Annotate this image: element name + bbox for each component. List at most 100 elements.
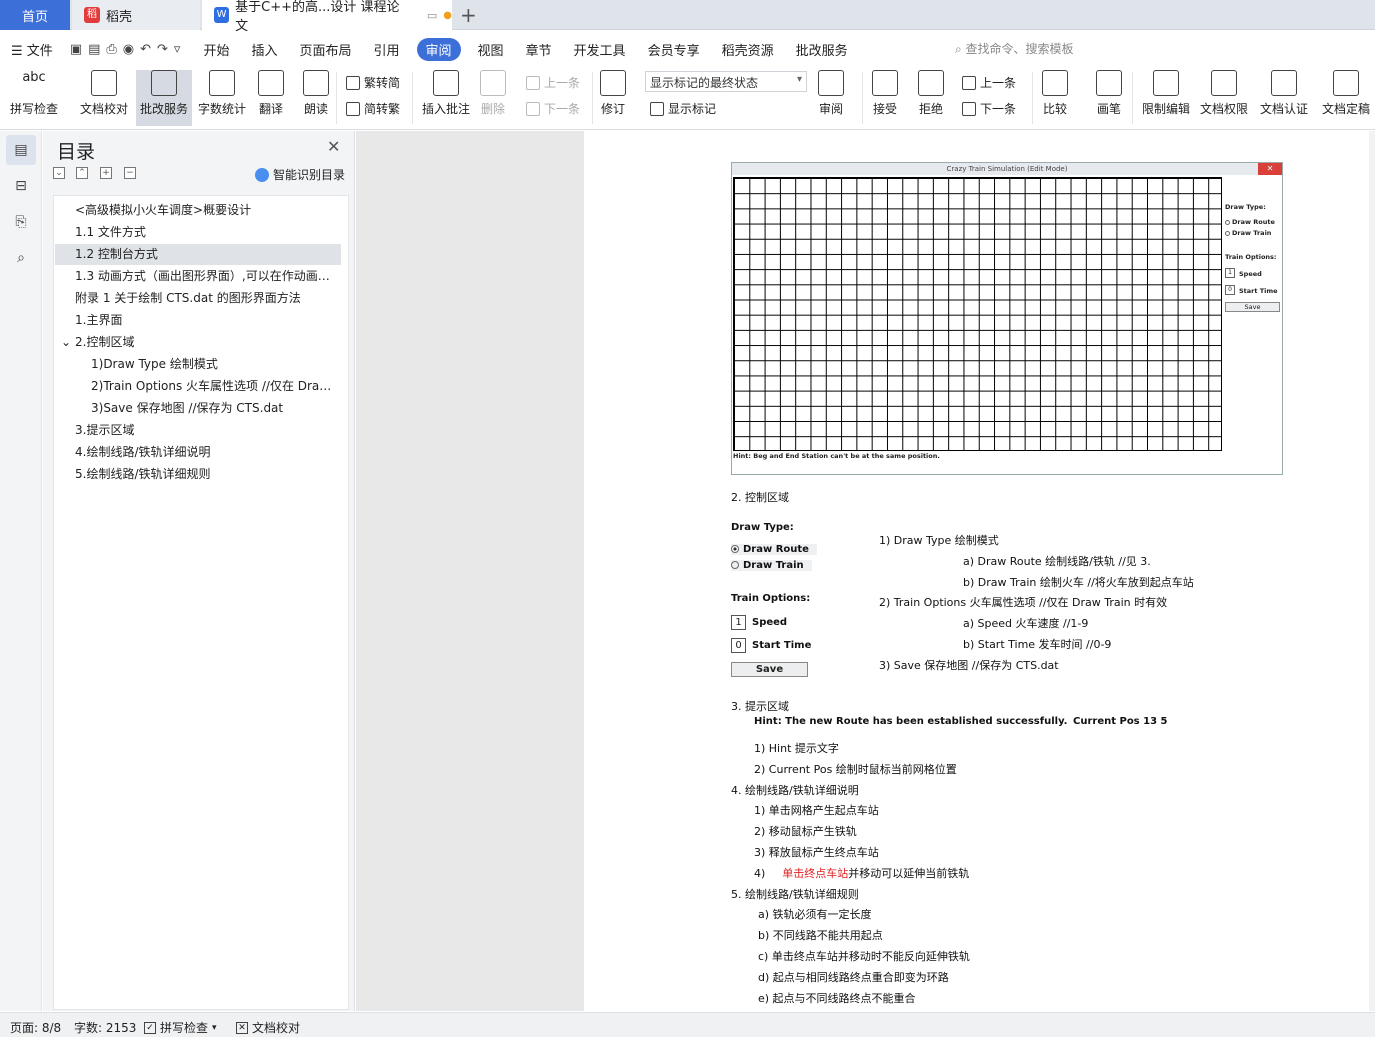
file-menu[interactable]: ☰ 文件 [0, 40, 64, 59]
toc-item[interactable]: <高级模拟小火车调度>概要设计 [55, 200, 341, 221]
list-item: 2) 移动鼠标产生铁轨 [754, 825, 857, 838]
list-item: 1) Draw Type 绘制模式 [879, 534, 999, 547]
vertical-scrollbar[interactable] [1369, 131, 1375, 1011]
delete-comment-button[interactable]: 删除 [480, 70, 506, 126]
toc-item[interactable]: 1.主界面 [55, 310, 341, 331]
convert-icon [346, 101, 360, 116]
word-count[interactable]: 字数: 2153 [74, 1019, 136, 1036]
collapse-icon[interactable]: − [124, 167, 136, 179]
reject-button[interactable]: 拒绝 [918, 70, 944, 126]
command-search[interactable]: ⌕ 查找命令、搜索模板 [955, 40, 1074, 57]
quick-access-icons[interactable]: ▣▤⎙◉↶↷▿ [64, 42, 193, 57]
menu-start[interactable]: 开始 [192, 40, 240, 59]
menu-review-service[interactable]: 批改服务 [785, 40, 859, 59]
compare-button[interactable]: 比较 [1042, 70, 1068, 126]
toc-item[interactable]: 3.提示区域 [55, 420, 341, 441]
toc-item[interactable]: 1.1 文件方式 [55, 222, 341, 243]
menu-view[interactable]: 视图 [467, 40, 515, 59]
accept-button[interactable]: 接受 [872, 70, 898, 126]
left-icon-bar: ▤ ⊟ ⎘ ⌕ [0, 131, 42, 1011]
menu-reference[interactable]: 引用 [362, 40, 410, 59]
certify-icon [1271, 70, 1297, 96]
menu-devtools[interactable]: 开发工具 [563, 40, 637, 59]
pen-icon [1096, 70, 1122, 96]
section-heading: 4. 绘制线路/铁轨详细说明 [731, 784, 859, 797]
draw-type-label: Draw Type: [731, 522, 794, 533]
chapter-nav-icon[interactable]: ⊟ [10, 175, 32, 197]
bookmark-icon[interactable]: ⎘ [10, 211, 32, 233]
hint-sample: Hint: The new Route has been established… [754, 716, 1068, 727]
page-indicator[interactable]: 页面: 8/8 [10, 1019, 61, 1036]
next-change-button[interactable]: 下一条 [962, 100, 1016, 117]
smart-icon [255, 167, 269, 182]
win-start-box: 0 [1225, 285, 1235, 295]
status-proofread[interactable]: ✕ 文档校对 [236, 1019, 300, 1036]
list-item: b) 不同线路不能共用起点 [758, 929, 883, 942]
toc-item[interactable]: 1)Draw Type 绘制模式 [55, 354, 341, 375]
trad-to-simp-button[interactable]: 繁转简 [346, 74, 400, 91]
collapse-all-icon[interactable]: ⌄ [53, 167, 65, 179]
review-service-button[interactable]: 批改服务 [136, 70, 192, 126]
chevron-down-icon[interactable]: ⌄ [61, 332, 75, 353]
toc-item[interactable]: 4.绘制线路/铁轨详细说明 [55, 442, 341, 463]
menu-review[interactable]: 审阅 [416, 37, 461, 61]
expand-up-icon[interactable]: ⌃ [76, 167, 88, 179]
markup-state-dropdown[interactable]: 显示标记的最终状态 [645, 71, 807, 92]
monitor-icon[interactable]: ▭ [427, 9, 437, 22]
status-spell-check[interactable]: ✓ 拼写检查 ▾ [144, 1019, 217, 1036]
daoke-icon: 稻 [84, 7, 100, 23]
translate-button[interactable]: 翻译 [258, 70, 284, 126]
toc-item[interactable]: 3)Save 保存地图 //保存为 CTS.dat [55, 398, 341, 419]
tab-document[interactable]: W 基于C++的高...设计 课程论文 ▭ ● [202, 0, 452, 34]
read-aloud-button[interactable]: 朗读 [303, 70, 329, 126]
menu-chapter[interactable]: 章节 [515, 40, 563, 59]
tab-daoke[interactable]: 稻 稻壳 [72, 0, 200, 30]
prev-comment-button[interactable]: 上一条 [526, 74, 580, 91]
simp-to-trad-button[interactable]: 简转繁 [346, 100, 400, 117]
tab-home[interactable]: 首页 [0, 0, 70, 30]
reject-icon [918, 70, 944, 96]
doc-certify-button[interactable]: 文档认证 [1260, 70, 1308, 126]
next-comment-button[interactable]: 下一条 [526, 100, 580, 117]
doc-finalize-button[interactable]: 文档定稿 [1322, 70, 1370, 126]
comment-plus-icon [433, 70, 459, 96]
toc-item[interactable]: 2)Train Options 火车属性选项 //仅在 Draw Train..… [55, 376, 341, 397]
toc-item[interactable]: 5.绘制线路/铁轨详细规则 [55, 464, 341, 485]
menu-bar: ☰ 文件 ▣▤⎙◉↶↷▿ 开始 插入 页面布局 引用 审阅 视图 章节 开发工具… [0, 34, 1375, 64]
track-changes-icon [600, 70, 626, 96]
toc-item[interactable]: 附录 1 关于绘制 CTS.dat 的图形界面方法 [55, 288, 341, 309]
translate-icon [258, 70, 284, 96]
toc-item[interactable]: 1.3 动画方式（画出图形界面）,可以在作动画时... [55, 266, 341, 287]
search-icon[interactable]: ⌕ [10, 247, 32, 269]
section-heading: 3. 提示区域 [731, 700, 789, 713]
prev-change-button[interactable]: 上一条 [962, 74, 1016, 91]
convert-icon [346, 75, 360, 90]
read-aloud-icon [303, 70, 329, 96]
toc-item-selected[interactable]: 1.2 控制台方式 [55, 244, 341, 265]
menu-insert[interactable]: 插入 [240, 40, 288, 59]
expand-all-icon[interactable]: + [100, 167, 112, 179]
insert-comment-button[interactable]: 插入批注 [422, 70, 470, 126]
word-count-icon [209, 70, 235, 96]
word-count-button[interactable]: 字数统计 [198, 70, 246, 126]
radio-draw-train: Draw Train [731, 560, 812, 571]
smart-toc-button[interactable]: 智能识别目录 [255, 166, 345, 183]
restrict-edit-button[interactable]: 限制编辑 [1142, 70, 1190, 126]
menu-daoke-resources[interactable]: 稻壳资源 [711, 40, 785, 59]
new-tab-button[interactable]: + [460, 3, 477, 27]
close-icon[interactable]: ✕ [327, 137, 340, 156]
spell-check-button[interactable]: abc 拼写检查 [10, 70, 58, 126]
show-markup-button[interactable]: 显示标记 [650, 100, 716, 117]
win-train-options-label: Train Options: [1225, 253, 1277, 261]
review-pane-button[interactable]: 审阅 [818, 70, 844, 126]
track-changes-button[interactable]: 修订 [600, 70, 626, 126]
menu-member[interactable]: 会员专享 [637, 40, 711, 59]
toc-item[interactable]: ⌄ 2.控制区域 [55, 332, 341, 353]
win-save-button: Save [1225, 302, 1280, 312]
ribbon: abc 拼写检查 文档校对 批改服务 字数统计 翻译 朗读 繁转简 简转繁 插入批… [0, 66, 1375, 130]
doc-permission-button[interactable]: 文档权限 [1200, 70, 1248, 126]
pen-button[interactable]: 画笔 [1096, 70, 1122, 126]
menu-layout[interactable]: 页面布局 [288, 40, 362, 59]
toc-panel-icon[interactable]: ▤ [6, 135, 36, 165]
proofread-button[interactable]: 文档校对 [80, 70, 128, 126]
